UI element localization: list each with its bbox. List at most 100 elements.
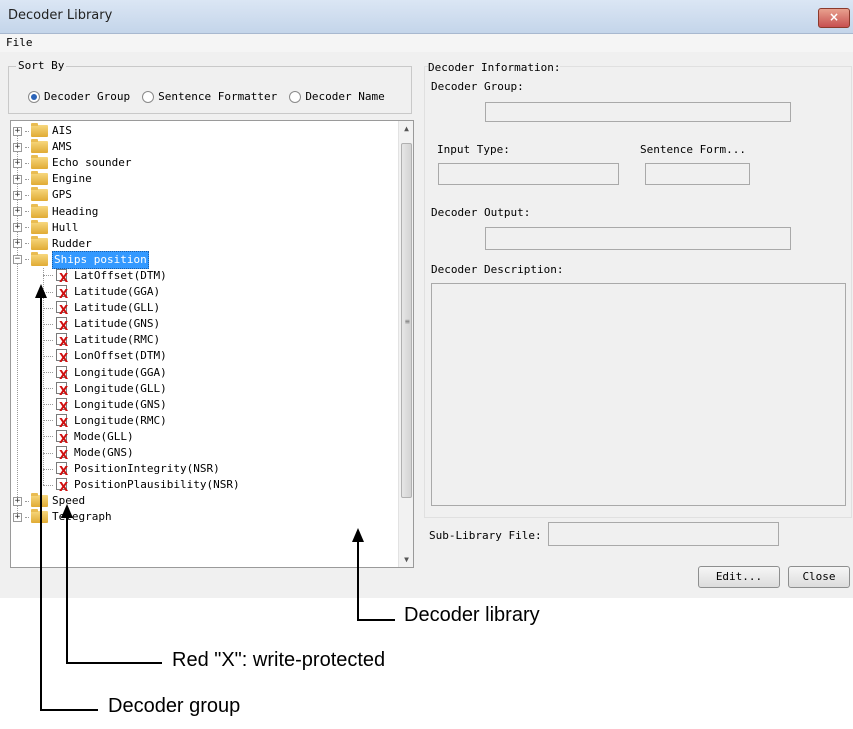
menu-file[interactable]: File xyxy=(6,36,33,49)
tree-group-row[interactable]: + Heading xyxy=(13,203,98,220)
scroll-up-arrow-icon[interactable]: ▲ xyxy=(399,121,413,136)
tree-decoder-row[interactable]: X Longitude(GLL) xyxy=(43,381,167,397)
radio-label-decoder-name[interactable]: Decoder Name xyxy=(305,90,384,103)
expand-icon[interactable]: + xyxy=(13,142,22,152)
write-protected-decoder-icon: X xyxy=(55,317,70,332)
tree-decoder-label[interactable]: PositionIntegrity(NSR) xyxy=(74,461,220,477)
sentence-formatter-label: Sentence Form... xyxy=(640,143,746,156)
tree-group-label[interactable]: AMS xyxy=(52,139,72,155)
tree-group-label[interactable]: Hull xyxy=(52,220,79,236)
tree-group-row[interactable]: − Ships position xyxy=(13,250,149,269)
tree-group-row[interactable]: + Echo sounder xyxy=(13,155,131,171)
tree-group-label[interactable]: Ships position xyxy=(52,250,149,269)
expand-icon[interactable]: + xyxy=(13,239,22,249)
expand-icon[interactable]: + xyxy=(13,126,22,136)
tree-group-row[interactable]: + AMS xyxy=(13,139,72,155)
sub-library-file-label: Sub-Library File: xyxy=(429,529,542,542)
tree-group-label[interactable]: Echo sounder xyxy=(52,155,131,171)
decoder-library-caption: Decoder library xyxy=(404,604,540,626)
group-pointer-vertical xyxy=(40,296,42,711)
radio-label-sentence-formatter[interactable]: Sentence Formatter xyxy=(158,90,277,103)
tree-group-row[interactable]: + AIS xyxy=(13,123,72,139)
input-type-field[interactable] xyxy=(438,163,619,185)
tree-decoder-row[interactable]: X Latitude(GNS) xyxy=(43,316,160,332)
title-bar[interactable]: Decoder Library × xyxy=(0,0,853,34)
tree-decoder-row[interactable]: X Latitude(RMC) xyxy=(43,332,160,348)
decoder-group-field[interactable] xyxy=(485,102,791,122)
tree-decoder-row[interactable]: X Longitude(RMC) xyxy=(43,413,167,429)
tree-group-label[interactable]: AIS xyxy=(52,123,72,139)
radio-label-decoder-group[interactable]: Decoder Group xyxy=(44,90,130,103)
scroll-thumb[interactable]: ≡ xyxy=(401,143,412,498)
decoder-tree[interactable]: + AIS + AMS + Echo sounder + Engine + GPS + Heading… xyxy=(10,120,414,568)
tree-decoder-row[interactable]: X LonOffset(DTM) xyxy=(43,348,167,364)
tree-decoder-label[interactable]: Longitude(GNS) xyxy=(74,397,167,413)
tree-scrollbar[interactable]: ▲ ≡ ▼ xyxy=(398,121,413,567)
close-button[interactable]: Close xyxy=(788,566,850,588)
close-window-button[interactable]: × xyxy=(818,8,850,28)
window-title: Decoder Library xyxy=(8,8,113,23)
tree-decoder-row[interactable]: X LatOffset(DTM) xyxy=(43,268,167,284)
write-protected-decoder-icon: X xyxy=(55,462,70,477)
tree-decoder-row[interactable]: X Mode(GNS) xyxy=(43,445,134,461)
decoder-library-window: Decoder Library × File Sort By Decoder G… xyxy=(0,0,853,598)
tree-decoder-row[interactable]: X Longitude(GNS) xyxy=(43,397,167,413)
write-protected-decoder-icon: X xyxy=(55,301,70,316)
folder-icon xyxy=(31,123,48,137)
radio-decoder-group[interactable] xyxy=(28,90,40,103)
tree-group-label[interactable]: GPS xyxy=(52,187,72,203)
expand-icon[interactable]: + xyxy=(13,158,22,168)
scroll-down-arrow-icon[interactable]: ▼ xyxy=(399,552,413,567)
tree-group-row[interactable]: + GPS xyxy=(13,187,72,203)
tree-decoder-row[interactable]: X PositionPlausibility(NSR) xyxy=(43,477,240,493)
decoder-description-field[interactable] xyxy=(431,283,846,506)
tree-group-row[interactable]: + Hull xyxy=(13,219,79,236)
decoder-output-field[interactable] xyxy=(485,227,791,250)
expand-icon[interactable]: + xyxy=(13,223,22,233)
write-protected-decoder-icon: X xyxy=(55,268,70,284)
edit-button[interactable]: Edit... xyxy=(698,566,780,588)
tree-decoder-row[interactable]: X Latitude(GLL) xyxy=(43,300,160,316)
tree-decoder-label[interactable]: Mode(GNS) xyxy=(74,445,134,461)
library-pointer-horizontal xyxy=(357,619,395,621)
tree-decoder-label[interactable]: Latitude(GLL) xyxy=(74,300,160,316)
expand-icon[interactable]: + xyxy=(13,207,22,216)
expand-icon[interactable]: + xyxy=(13,190,22,200)
tree-decoder-label[interactable]: Latitude(GNS) xyxy=(74,316,160,332)
write-protected-decoder-icon: X xyxy=(55,397,70,413)
tree-decoder-label[interactable]: Mode(GLL) xyxy=(74,429,134,445)
tree-decoder-label[interactable]: Longitude(GLL) xyxy=(74,381,167,397)
tree-decoder-label[interactable]: LatOffset(DTM) xyxy=(74,268,167,284)
tree-decoder-label[interactable]: Latitude(GGA) xyxy=(74,284,160,300)
input-type-label: Input Type: xyxy=(437,143,510,156)
protected-pointer-arrow-icon xyxy=(61,504,73,518)
write-protected-decoder-icon: X xyxy=(55,349,70,364)
tree-decoder-row[interactable]: X Longitude(GGA) xyxy=(43,365,167,381)
radio-decoder-name[interactable] xyxy=(289,90,302,103)
sub-library-file-field[interactable] xyxy=(548,522,779,546)
expand-icon[interactable]: + xyxy=(13,496,22,506)
sentence-formatter-field[interactable] xyxy=(645,163,750,185)
tree-group-row[interactable]: + Engine xyxy=(13,171,92,187)
expand-icon[interactable]: + xyxy=(13,512,22,522)
expand-icon[interactable]: + xyxy=(13,174,22,184)
decoder-output-label: Decoder Output: xyxy=(431,206,531,219)
tree-decoder-row[interactable]: X Mode(GLL) xyxy=(43,429,134,445)
tree-decoder-label[interactable]: Longitude(RMC) xyxy=(74,413,167,429)
tree-group-row[interactable]: + Rudder xyxy=(13,235,92,252)
folder-icon xyxy=(31,155,48,170)
tree-decoder-row[interactable]: X PositionIntegrity(NSR) xyxy=(43,461,220,477)
write-protected-decoder-icon: X xyxy=(55,478,70,493)
radio-sentence-formatter[interactable] xyxy=(142,90,155,103)
collapse-icon[interactable]: − xyxy=(13,255,22,265)
tree-group-row[interactable]: + Speed xyxy=(13,493,85,509)
tree-group-label[interactable]: Rudder xyxy=(52,236,92,252)
tree-group-label[interactable]: Heading xyxy=(52,204,98,220)
tree-decoder-label[interactable]: LonOffset(DTM) xyxy=(74,348,167,364)
tree-decoder-label[interactable]: PositionPlausibility(NSR) xyxy=(74,477,240,493)
tree-group-label[interactable]: Engine xyxy=(52,171,92,187)
tree-decoder-label[interactable]: Longitude(GGA) xyxy=(74,365,167,381)
folder-icon xyxy=(31,235,48,250)
tree-decoder-label[interactable]: Latitude(RMC) xyxy=(74,332,160,348)
tree-decoder-row[interactable]: X Latitude(GGA) xyxy=(43,284,160,300)
